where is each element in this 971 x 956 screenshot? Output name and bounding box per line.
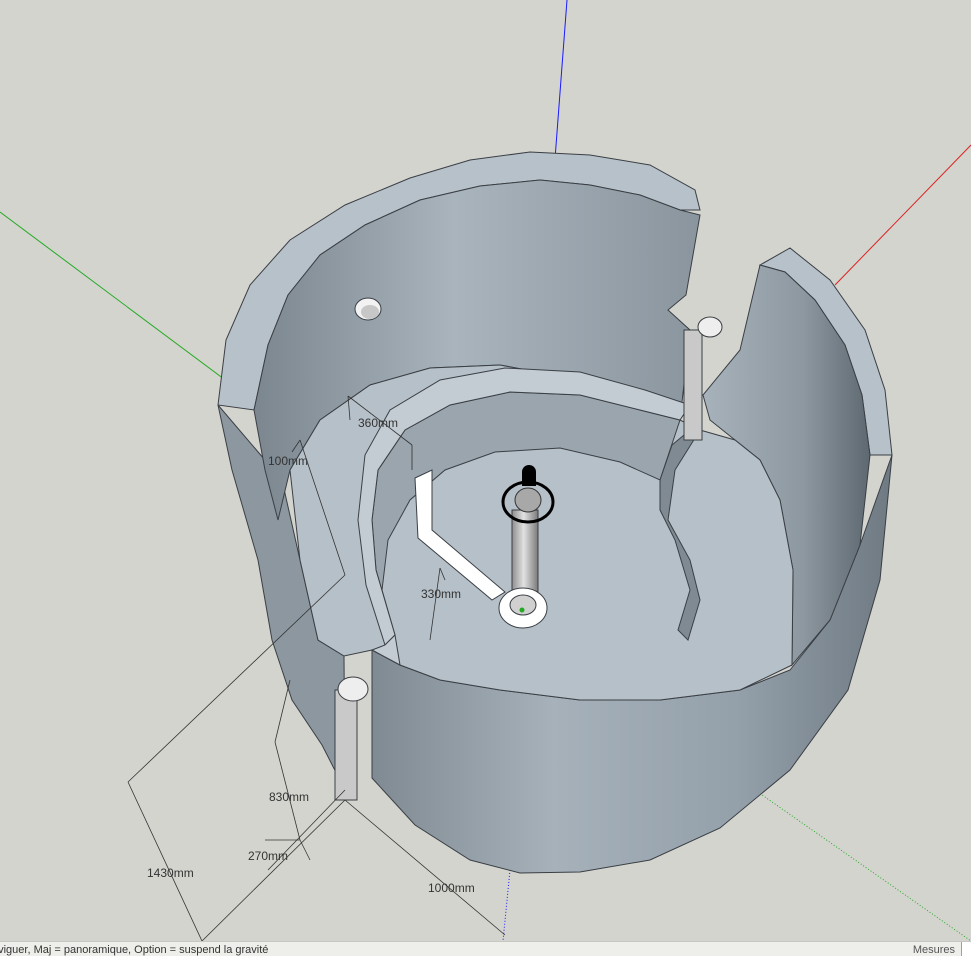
3d-viewport[interactable]: 360mm 100mm 330mm 830mm 270mm 1430mm 100… — [0, 0, 971, 941]
hinge-left — [334, 689, 358, 801]
status-hint: aviguer, Maj = panoramique, Option = sus… — [0, 944, 269, 956]
hinge-right-top — [697, 316, 723, 338]
status-bar: aviguer, Maj = panoramique, Option = sus… — [0, 941, 971, 956]
dimension-1000: 1000mm — [428, 881, 475, 895]
red-axis — [834, 144, 971, 286]
dimension-360: 360mm — [358, 416, 398, 430]
hinge-right — [683, 329, 703, 441]
hinge-left-top — [337, 676, 369, 702]
dimension-100: 100mm — [268, 454, 308, 468]
axis-origin-icon — [519, 607, 525, 613]
pipe-top — [514, 487, 542, 513]
blue-axis-dotted — [502, 869, 511, 941]
measure-input[interactable] — [961, 942, 971, 956]
green-axis-dotted — [754, 789, 971, 941]
dimension-1430: 1430mm — [147, 866, 194, 880]
measure-label: Mesures — [912, 944, 955, 956]
cylinder-model[interactable] — [217, 151, 893, 874]
model-canvas[interactable]: 360mm 100mm 330mm 830mm 270mm 1430mm 100… — [0, 0, 971, 941]
green-axis — [0, 211, 229, 383]
dimension-830: 830mm — [269, 790, 309, 804]
wall-hole-inner — [361, 305, 379, 319]
dimension-270: 270mm — [248, 849, 288, 863]
dimension-330: 330mm — [421, 587, 461, 601]
